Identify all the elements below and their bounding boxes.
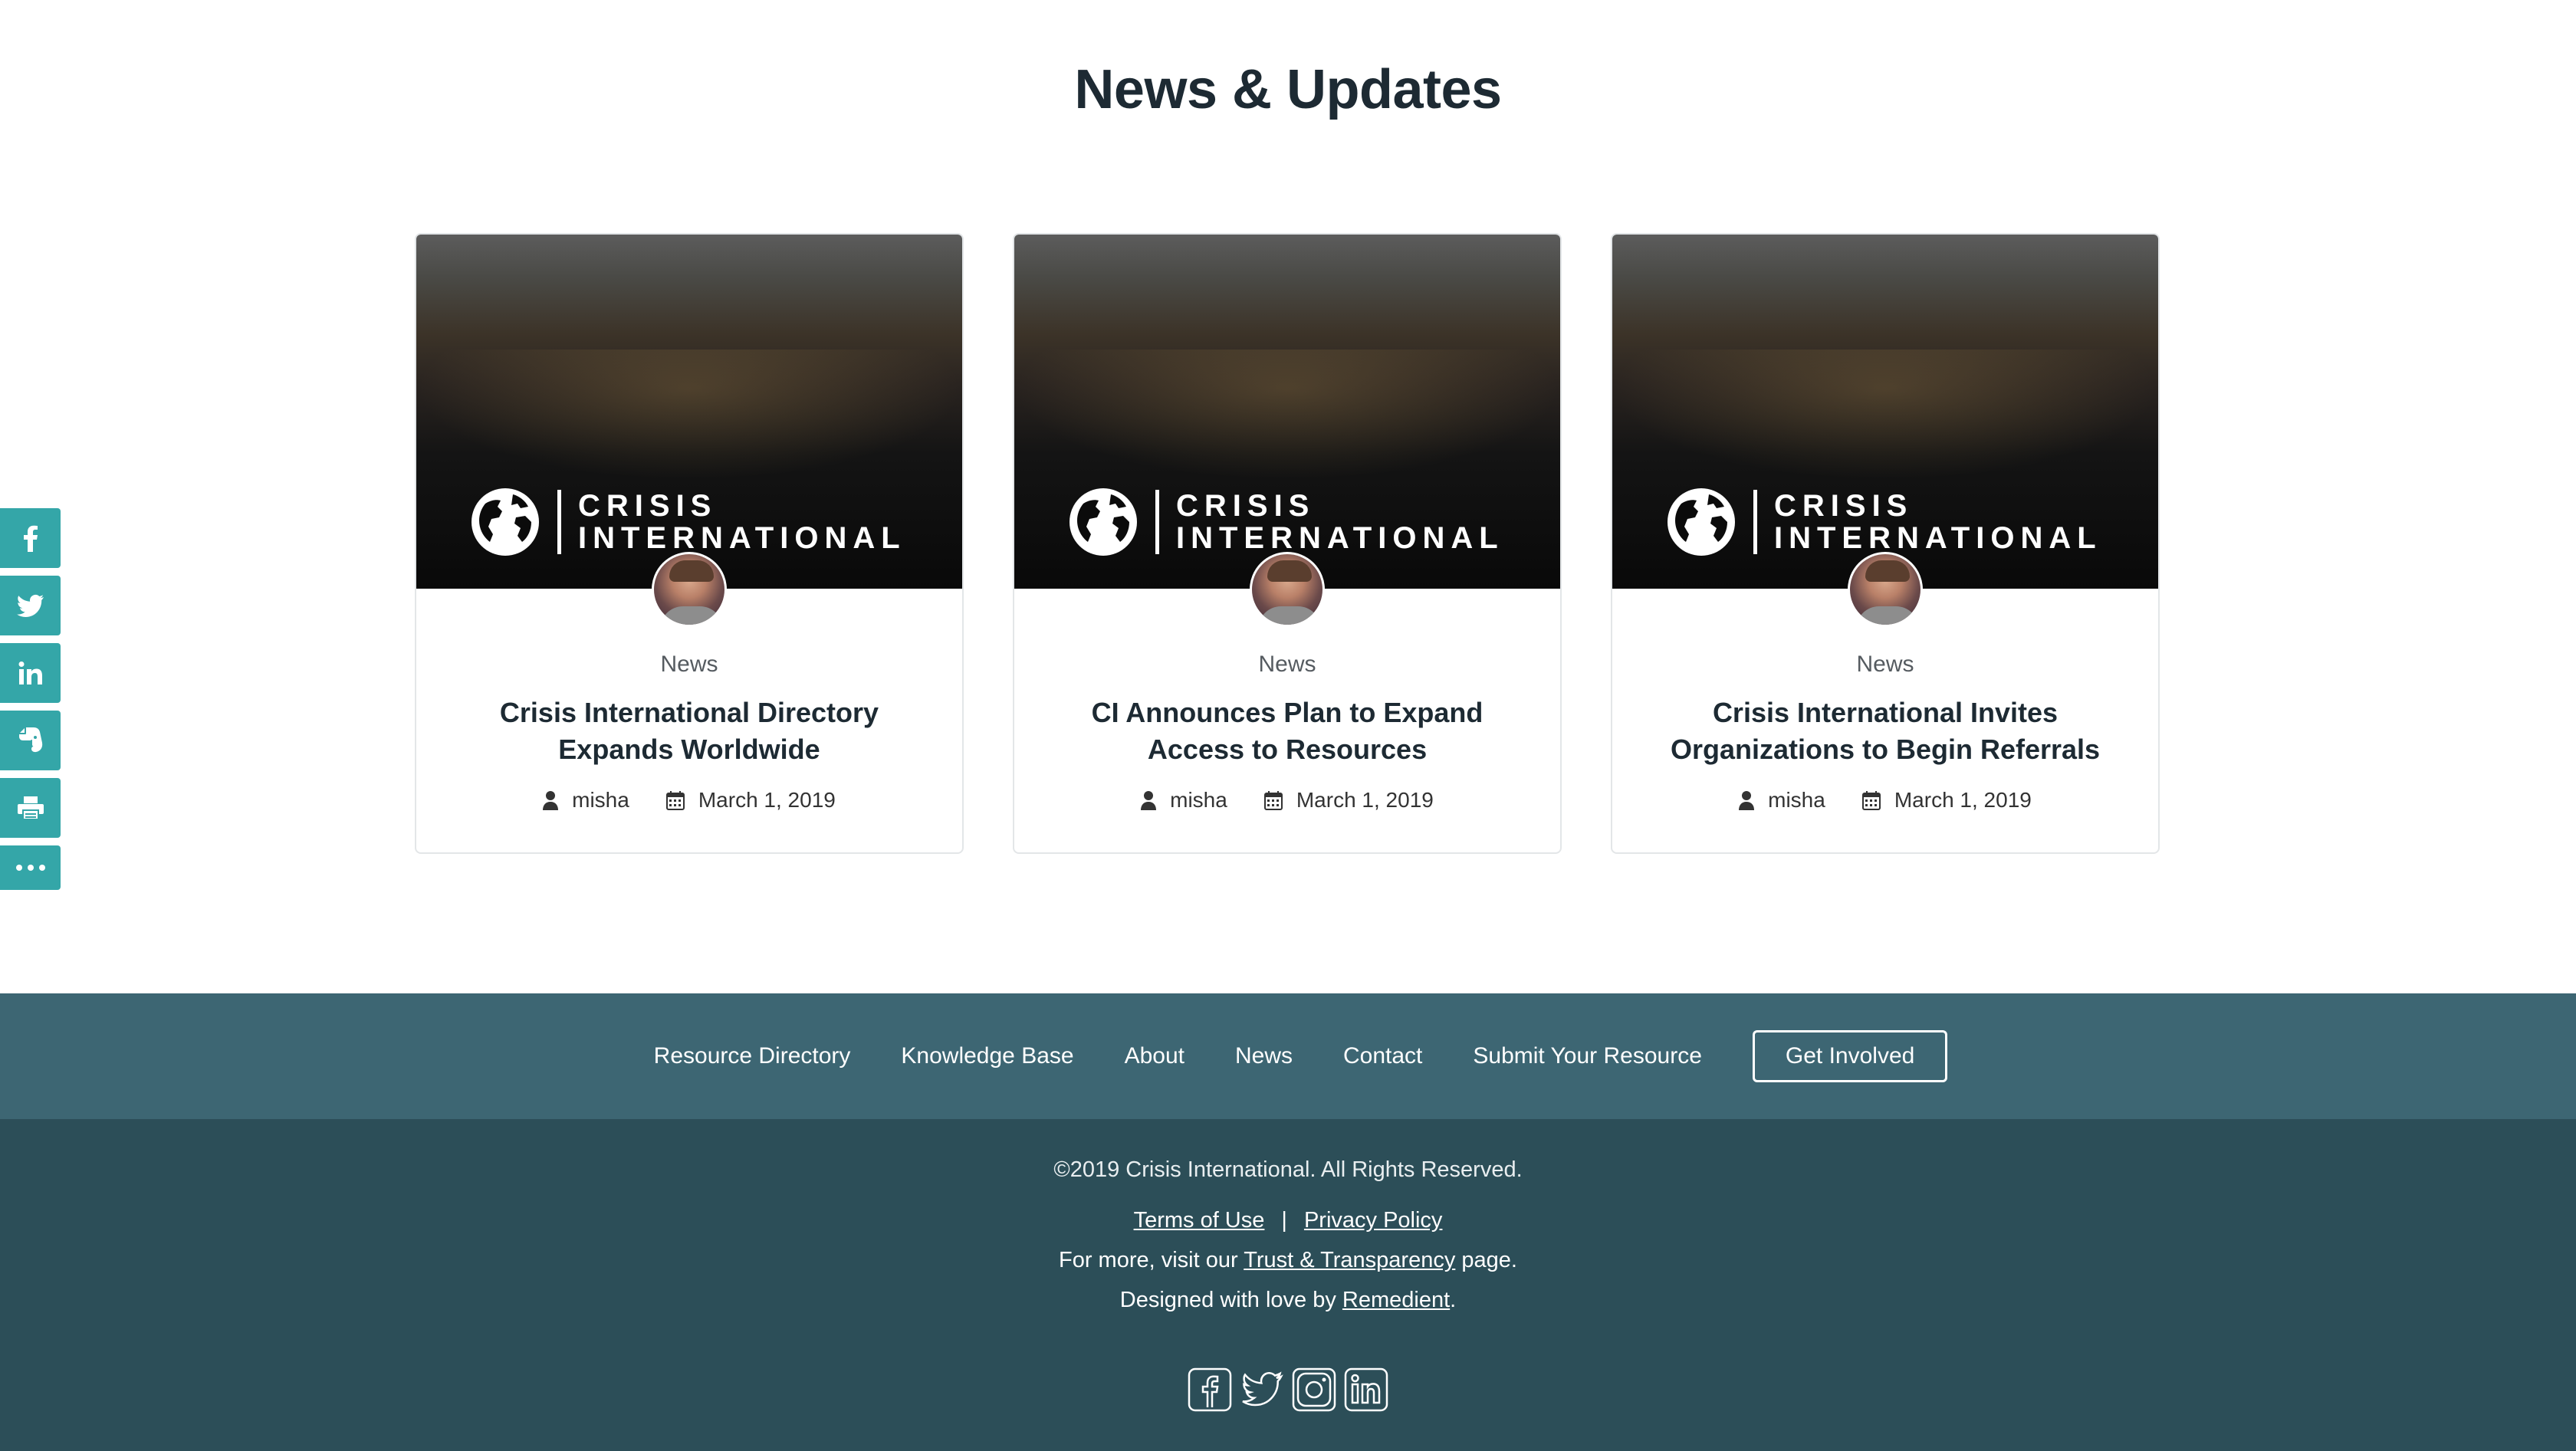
crisis-international-logo: CRISIS INTERNATIONAL — [1666, 487, 2111, 556]
globe-icon — [1668, 488, 1735, 556]
footer-nav: Resource Directory Knowledge Base About … — [0, 993, 2576, 1119]
logo-line-2: INTERNATIONAL — [578, 521, 906, 555]
share-facebook-button[interactable] — [0, 508, 61, 568]
facebook-icon — [23, 525, 38, 552]
author-avatar[interactable] — [1250, 552, 1325, 627]
card-category[interactable]: News — [1014, 652, 1560, 678]
twitter-icon — [16, 594, 44, 617]
news-card[interactable]: CRISIS INTERNATIONAL News Crisis Interna… — [1611, 233, 2160, 854]
logo-line-2: INTERNATIONAL — [1774, 521, 2102, 555]
card-category[interactable]: News — [1612, 652, 2158, 678]
card-image[interactable]: CRISIS INTERNATIONAL — [1014, 235, 1560, 589]
globe-icon — [472, 488, 539, 556]
facebook-icon[interactable] — [1188, 1367, 1232, 1412]
card-title[interactable]: Crisis International Invites Organizatio… — [1651, 694, 2120, 768]
news-card[interactable]: CRISIS INTERNATIONAL News CI Announces P… — [1013, 233, 1562, 854]
post-date: March 1, 2019 — [1296, 788, 1434, 812]
card-meta: misha March 1, 2019 — [1014, 788, 1560, 812]
print-icon — [17, 796, 44, 820]
footer-link-contact[interactable]: Contact — [1343, 1043, 1422, 1069]
card-title[interactable]: CI Announces Plan to Expand Access to Re… — [1053, 694, 1522, 768]
share-evernote-button[interactable] — [0, 711, 61, 770]
card-meta: misha March 1, 2019 — [416, 788, 962, 812]
crisis-international-logo: CRISIS INTERNATIONAL — [470, 487, 915, 556]
legal-separator: | — [1281, 1208, 1287, 1233]
calendar-icon — [665, 791, 685, 810]
footer-link-knowledge-base[interactable]: Knowledge Base — [901, 1043, 1073, 1069]
author-name: misha — [1768, 788, 1825, 812]
card-image[interactable]: CRISIS INTERNATIONAL — [416, 235, 962, 589]
footer-social — [0, 1367, 2576, 1412]
footer-link-submit-resource[interactable]: Submit Your Resource — [1473, 1043, 1702, 1069]
remedient-link[interactable]: Remedient — [1342, 1288, 1450, 1312]
share-rail — [0, 508, 61, 898]
section-title: News & Updates — [1074, 59, 1502, 120]
calendar-icon — [1263, 791, 1283, 810]
page: News & Updates CRISIS INTERNATIONAL News… — [0, 0, 2576, 1451]
post-date: March 1, 2019 — [1894, 788, 2032, 812]
logo-line-1: CRISIS — [1176, 489, 1316, 523]
trust-transparency-link[interactable]: Trust & Transparency — [1244, 1248, 1455, 1272]
post-date: March 1, 2019 — [698, 788, 836, 812]
linkedin-icon — [18, 661, 42, 684]
twitter-icon[interactable] — [1240, 1367, 1284, 1412]
crisis-international-logo: CRISIS INTERNATIONAL — [1068, 487, 1513, 556]
footer-link-about[interactable]: About — [1125, 1043, 1184, 1069]
news-cards: CRISIS INTERNATIONAL News Crisis Interna… — [415, 233, 2161, 855]
card-meta: misha March 1, 2019 — [1612, 788, 2158, 812]
get-involved-button[interactable]: Get Involved — [1752, 1030, 1948, 1082]
designed-prefix: Designed with love by — [1119, 1288, 1342, 1312]
footer-link-news[interactable]: News — [1235, 1043, 1293, 1069]
logo-line-1: CRISIS — [1774, 489, 1914, 523]
meta-author[interactable]: misha — [543, 788, 629, 812]
author-name: misha — [1170, 788, 1227, 812]
calendar-icon — [1861, 791, 1881, 810]
logo-line-2: INTERNATIONAL — [1176, 521, 1504, 555]
card-title[interactable]: Crisis International Directory Expands W… — [455, 694, 924, 768]
meta-date: March 1, 2019 — [1263, 788, 1434, 812]
logo-line-1: CRISIS — [578, 489, 718, 523]
visit-suffix: page. — [1455, 1248, 1517, 1272]
footer-link-resource-directory[interactable]: Resource Directory — [654, 1043, 851, 1069]
more-icon — [15, 865, 45, 871]
author-avatar[interactable] — [1848, 552, 1923, 627]
meta-author[interactable]: misha — [1739, 788, 1825, 812]
card-image[interactable]: CRISIS INTERNATIONAL — [1612, 235, 2158, 589]
user-icon — [543, 791, 559, 810]
terms-link[interactable]: Terms of Use — [1134, 1208, 1265, 1233]
designed-suffix: . — [1450, 1288, 1457, 1312]
author-name: misha — [572, 788, 629, 812]
card-category[interactable]: News — [416, 652, 962, 678]
evernote-icon — [18, 727, 42, 753]
legal-links: Terms of Use | Privacy Policy — [0, 1208, 2576, 1233]
meta-author[interactable]: misha — [1141, 788, 1227, 812]
designed-by-text: Designed with love by Remedient. — [0, 1288, 2576, 1313]
linkedin-icon[interactable] — [1344, 1367, 1388, 1412]
copyright-text: ©2019 Crisis International. All Rights R… — [1053, 1157, 1523, 1182]
author-avatar[interactable] — [652, 552, 727, 627]
meta-date: March 1, 2019 — [1861, 788, 2032, 812]
share-more-button[interactable] — [0, 845, 61, 890]
visit-prefix: For more, visit our — [1059, 1248, 1244, 1272]
user-icon — [1141, 791, 1157, 810]
share-twitter-button[interactable] — [0, 576, 61, 635]
share-print-button[interactable] — [0, 778, 61, 838]
news-card[interactable]: CRISIS INTERNATIONAL News Crisis Interna… — [415, 233, 964, 854]
instagram-icon[interactable] — [1292, 1367, 1336, 1412]
meta-date: March 1, 2019 — [665, 788, 836, 812]
user-icon — [1739, 791, 1755, 810]
visit-text: For more, visit our Trust & Transparency… — [0, 1248, 2576, 1273]
globe-icon — [1070, 488, 1137, 556]
share-linkedin-button[interactable] — [0, 643, 61, 703]
privacy-link[interactable]: Privacy Policy — [1304, 1208, 1443, 1233]
